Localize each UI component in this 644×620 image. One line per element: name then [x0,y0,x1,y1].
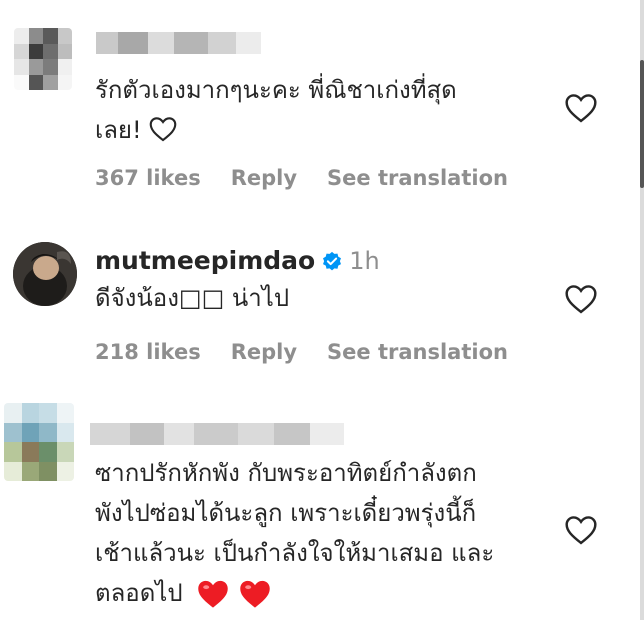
comment-text-line: ซากปรักหักพัง กับพระอาทิตย์กำลังตก [95,459,477,487]
comment-text-line: รักตัวเองมากๆนะคะ พี่ณิชาเก่งที่สุด [95,76,457,104]
red-heart-emoji-icon [198,580,228,608]
avatar-blurred[interactable] [4,403,74,481]
see-translation-link[interactable]: See translation [327,166,508,190]
comment-text-fragment: เลย! [95,116,142,144]
comment-text: ดีจังน้อง□□ น่าไป [95,278,289,318]
comment-item: รักตัวเองมากๆนะคะ พี่ณิชาเก่งที่สุด เลย!… [0,0,644,200]
like-heart-icon[interactable] [564,284,598,314]
comment-text: ซากปรักหักพัง กับพระอาทิตย์กำลังตก พังไป… [95,453,494,613]
comment-text-line: เลย! [95,110,457,150]
likes-count[interactable]: 367 likes [95,166,201,190]
comment-item: mutmeepimdao 1h ดีจังน้อง□□ น่าไป 218 lik… [0,230,644,380]
reply-button[interactable]: Reply [231,340,297,364]
comment-text: รักตัวเองมากๆนะคะ พี่ณิชาเก่งที่สุด เลย! [95,70,457,150]
comment-text-line: พังไปซ่อมได้นะลูก เพราะเดี๋ยวพรุ่งนี้ก็ [95,499,477,527]
likes-count[interactable]: 218 likes [95,340,201,364]
like-heart-icon[interactable] [564,93,598,123]
comment-text-line: ตลอดไป [95,573,494,613]
comment-text-fragment: ตลอดไป [95,579,183,607]
comment-item: ซากปรักหักพัง กับพระอาทิตย์กำลังตก พังไป… [0,395,644,620]
username-text[interactable]: mutmeepimdao [95,246,315,275]
heart-outline-emoji-icon [149,117,177,142]
like-heart-icon[interactable] [564,515,598,545]
red-heart-emoji-icon [240,580,270,608]
avatar[interactable] [13,242,77,306]
verified-badge-icon [323,251,342,271]
avatar-blurred[interactable] [14,28,72,90]
comment-meta: 218 likes Reply See translation [95,340,538,364]
comment-text-line: เช้าแล้วนะ เป็นกำลังใจให้มาเสมอ และ [95,539,495,567]
comment-text-line: ดีจังน้อง□□ น่าไป [95,284,290,312]
reply-button[interactable]: Reply [231,166,297,190]
username-blurred[interactable] [90,423,344,445]
comment-meta: 367 likes Reply See translation [95,166,538,190]
see-translation-link[interactable]: See translation [327,340,508,364]
username-blurred[interactable] [96,32,261,54]
comment-time[interactable]: 1h [349,247,379,275]
comment-author[interactable]: mutmeepimdao 1h [95,246,380,276]
